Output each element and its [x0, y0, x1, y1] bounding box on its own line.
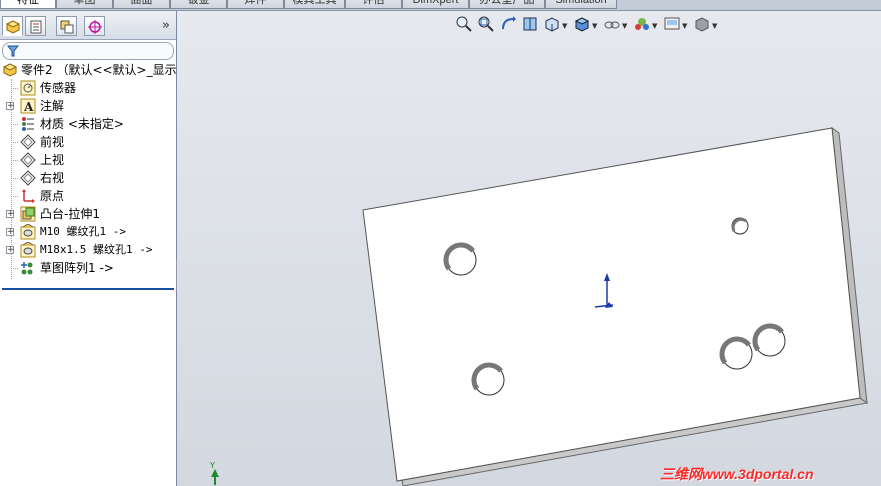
- hole-wizard-icon: [20, 224, 36, 240]
- command-tab[interactable]: 特征: [0, 0, 56, 9]
- plane-icon: [20, 134, 36, 150]
- hole-large-2[interactable]: [471, 362, 505, 396]
- model-view: Y: [209, 126, 869, 486]
- filter-icon: [7, 45, 19, 57]
- tree-item-top-plane[interactable]: 上视: [0, 151, 176, 169]
- expand-toggle[interactable]: +: [6, 210, 15, 219]
- annotation-icon: A: [20, 98, 36, 114]
- sketch-pattern-icon: [21, 262, 33, 275]
- tree-item-front-plane[interactable]: 前视: [0, 133, 176, 151]
- hole-wizard-icon: [20, 242, 36, 258]
- extrude-icon: [20, 206, 36, 222]
- command-tab[interactable]: 办公室产品: [469, 0, 545, 9]
- reference-triad: Y: [209, 461, 219, 485]
- material-icon: [22, 117, 34, 131]
- configurationmanager-tab[interactable]: [56, 16, 77, 36]
- command-manager-tabs: 特征 草图 曲面 钣金 焊件 模具工具 评估 DimXpert 办公室产品 Simulation: [0, 0, 881, 11]
- dimxpertmanager-icon: [88, 20, 102, 34]
- panel-expand-button[interactable]: »: [162, 18, 170, 33]
- featuremanager-icon: [5, 20, 21, 34]
- hole-small[interactable]: [731, 217, 749, 235]
- hole-large-1[interactable]: [443, 242, 477, 276]
- plane-icon: [20, 152, 36, 168]
- feature-filter-input[interactable]: [2, 42, 174, 60]
- configurationmanager-icon: [60, 20, 74, 34]
- plate-body[interactable]: [362, 126, 869, 486]
- svg-text:A: A: [23, 100, 34, 114]
- command-tab[interactable]: 模具工具: [284, 0, 345, 9]
- featuremanager-tab[interactable]: [2, 16, 23, 36]
- propertymanager-icon: [30, 20, 42, 34]
- hole-large-4[interactable]: [752, 323, 786, 357]
- tree-item-sensors[interactable]: 传感器: [0, 79, 176, 97]
- graphics-area[interactable]: ▼ ▼ ▼ ▼ ▼ ▼ Y: [177, 11, 881, 486]
- tree-item-m10-tapped-hole[interactable]: + M10 螺纹孔1 ->: [0, 223, 176, 241]
- tree-item-boss-extrude[interactable]: + 凸台-拉伸1: [0, 205, 176, 223]
- tree-root-part[interactable]: 零件2 （默认<<默认>_显示状: [0, 61, 189, 79]
- expand-toggle[interactable]: +: [6, 246, 15, 255]
- command-tab[interactable]: 焊件: [227, 0, 284, 9]
- command-tab[interactable]: 曲面: [113, 0, 170, 9]
- triad-y-label: Y: [209, 461, 215, 470]
- watermark: 三维网www.3dportal.cn: [660, 466, 814, 482]
- expand-toggle[interactable]: +: [6, 102, 15, 111]
- feature-manager-panel: » 零件2 （默认<<默认>_显示状 传感器 + A 注解 材质 <未指定> 前…: [0, 11, 189, 486]
- command-tab[interactable]: Simulation: [545, 0, 617, 9]
- expand-toggle[interactable]: +: [6, 228, 15, 237]
- hole-large-3[interactable]: [719, 336, 753, 370]
- tree-item-origin[interactable]: 原点: [0, 187, 176, 205]
- command-tab[interactable]: DimXpert: [402, 0, 469, 9]
- panel-tab-strip: »: [0, 11, 176, 40]
- propertymanager-tab[interactable]: [25, 16, 46, 36]
- dimxpertmanager-tab[interactable]: [84, 16, 105, 36]
- command-tab[interactable]: 草图: [56, 0, 113, 9]
- part-icon: [2, 63, 18, 77]
- tree-item-m18-tapped-hole[interactable]: + M18x1.5 螺纹孔1 ->: [0, 241, 176, 259]
- command-tab[interactable]: 钣金: [170, 0, 227, 9]
- tree-root-label: 零件2 （默认<<默认>_显示状: [21, 63, 189, 77]
- tree-item-sketch-pattern[interactable]: 草图阵列1 ->: [0, 259, 176, 277]
- command-tab[interactable]: 评估: [345, 0, 402, 9]
- tree-item-right-plane[interactable]: 右视: [0, 169, 176, 187]
- tree-item-material[interactable]: 材质 <未指定>: [0, 115, 176, 133]
- sensor-icon: [20, 80, 36, 96]
- origin-icon: [22, 189, 35, 203]
- tree-item-annotations[interactable]: + A 注解: [0, 97, 176, 115]
- plane-icon: [20, 170, 36, 186]
- rollback-bar[interactable]: [2, 288, 174, 290]
